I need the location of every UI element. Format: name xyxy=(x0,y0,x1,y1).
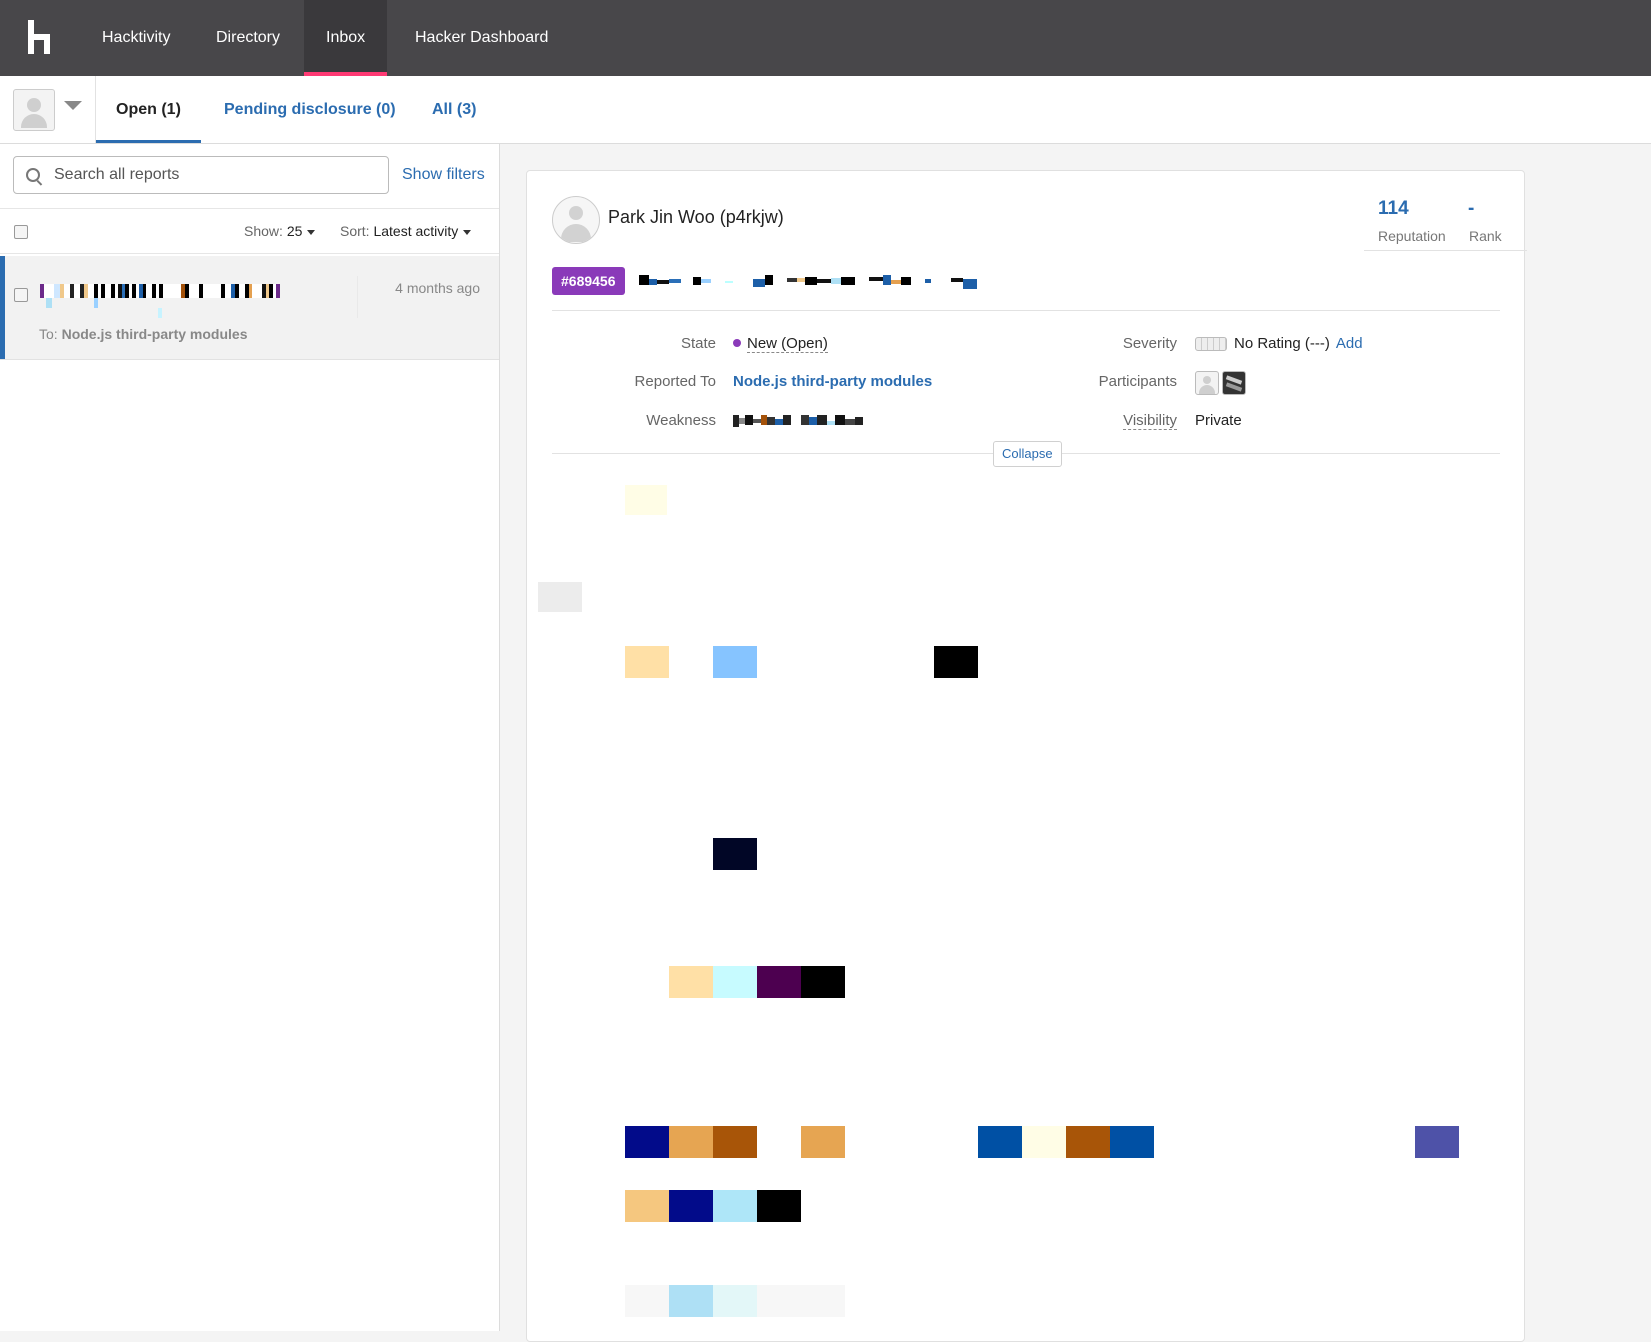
visibility-label: Visibility xyxy=(1047,412,1177,430)
redacted-block xyxy=(713,838,757,870)
redacted-block xyxy=(1415,1126,1459,1158)
redacted-block xyxy=(757,1285,845,1317)
reported-to-label: Reported To xyxy=(634,373,716,390)
redacted-report-title xyxy=(639,275,977,293)
sort-value: Latest activity xyxy=(373,223,459,239)
redacted-block xyxy=(669,1285,713,1317)
redacted-block xyxy=(713,1285,757,1317)
show-count-select[interactable]: Show: 25 xyxy=(244,223,316,239)
redacted-block xyxy=(934,646,978,678)
tab-pending-disclosure[interactable]: Pending disclosure (0) xyxy=(204,76,416,143)
selected-accent xyxy=(0,256,5,359)
report-checkbox[interactable] xyxy=(14,288,28,302)
top-nav-bar: Hacktivity Directory Inbox Hacker Dashbo… xyxy=(0,0,1651,76)
participant-avatar[interactable] xyxy=(1222,371,1246,395)
nav-inbox[interactable]: Inbox xyxy=(304,0,388,76)
nav-directory[interactable]: Directory xyxy=(194,0,302,76)
redacted-block xyxy=(669,966,713,998)
redacted-report-title xyxy=(40,284,280,302)
search-icon xyxy=(26,168,40,182)
redacted-weakness-value xyxy=(733,415,863,433)
reputation-label: Reputation xyxy=(1378,228,1446,244)
hackerone-logo-icon[interactable] xyxy=(26,18,56,58)
redacted-block xyxy=(801,966,845,998)
show-filters-link[interactable]: Show filters xyxy=(402,166,485,184)
report-to-program: Node.js third-party modules xyxy=(61,326,248,342)
redacted-block xyxy=(538,582,582,612)
weakness-label: Weakness xyxy=(646,412,716,429)
caret-down-icon xyxy=(307,229,316,235)
select-all-checkbox[interactable] xyxy=(14,225,28,239)
redacted-block xyxy=(713,1126,757,1158)
show-label: Show: xyxy=(244,223,283,239)
redacted-block xyxy=(801,1126,845,1158)
state-text: New (Open) xyxy=(747,335,828,353)
redacted-pixel xyxy=(46,298,52,308)
redacted-block xyxy=(669,1190,713,1222)
reporter-avatar[interactable] xyxy=(552,196,600,244)
participant-avatar[interactable] xyxy=(1195,371,1219,395)
redacted-block xyxy=(713,966,757,998)
state-label: State xyxy=(680,335,716,352)
redacted-block xyxy=(625,485,667,515)
redacted-block xyxy=(669,1126,713,1158)
report-list-pane: Show filters Show: 25 Sort: Latest activ… xyxy=(0,144,500,1331)
report-id-badge: #689456 xyxy=(552,267,625,295)
redacted-block xyxy=(757,966,801,998)
list-toolbar: Show: 25 Sort: Latest activity xyxy=(0,208,499,254)
redacted-block xyxy=(625,1126,669,1158)
severity-meter-icon xyxy=(1195,337,1227,352)
report-recipient: To: Node.js third-party modules xyxy=(39,326,248,342)
visibility-value: Private xyxy=(1195,412,1242,429)
redacted-block xyxy=(625,1285,669,1317)
sort-label: Sort: xyxy=(340,223,370,239)
divider xyxy=(357,276,358,318)
add-severity-link[interactable]: Add xyxy=(1336,335,1363,352)
redacted-block xyxy=(625,1190,669,1222)
redacted-block xyxy=(978,1126,1022,1158)
inbox-subbar: Open (1) Pending disclosure (0) All (3) xyxy=(0,76,1651,144)
redacted-block xyxy=(625,646,669,678)
tab-open[interactable]: Open (1) xyxy=(96,76,201,143)
caret-down-icon xyxy=(463,229,472,235)
chevron-down-icon[interactable] xyxy=(64,101,82,110)
divider xyxy=(552,310,1500,311)
redacted-block xyxy=(1110,1126,1154,1158)
search-box xyxy=(13,156,389,194)
redacted-block xyxy=(1022,1126,1066,1158)
state-value[interactable]: New (Open) xyxy=(733,335,828,353)
redacted-pixel xyxy=(158,308,162,318)
show-value: 25 xyxy=(286,223,303,239)
nav-hacktivity[interactable]: Hacktivity xyxy=(80,0,192,76)
redacted-pixel xyxy=(94,298,98,308)
participants-label: Participants xyxy=(1098,373,1177,390)
nav-hacker-dashboard[interactable]: Hacker Dashboard xyxy=(393,0,570,76)
severity-value: No Rating (---) Add xyxy=(1195,335,1363,352)
rank-label: Rank xyxy=(1469,228,1502,244)
user-avatar[interactable] xyxy=(13,89,55,131)
search-input[interactable] xyxy=(52,157,376,193)
reported-to-link[interactable]: Node.js third-party modules xyxy=(733,373,932,390)
status-dot-icon xyxy=(733,339,741,348)
divider xyxy=(1364,250,1527,251)
visibility-label-text: Visibility xyxy=(1123,412,1177,430)
rank-value: - xyxy=(1468,198,1475,219)
redacted-block xyxy=(713,1190,757,1222)
report-timestamp: 4 months ago xyxy=(395,280,480,296)
tab-all[interactable]: All (3) xyxy=(412,76,496,143)
severity-label: Severity xyxy=(1122,335,1177,352)
redacted-block xyxy=(713,646,757,678)
report-list-item[interactable]: 4 months ago To: Node.js third-party mod… xyxy=(0,256,499,360)
redacted-block xyxy=(1066,1126,1110,1158)
reputation-value: 114 xyxy=(1378,198,1409,219)
report-to-prefix: To: xyxy=(39,326,58,342)
collapse-button[interactable]: Collapse xyxy=(993,441,1062,467)
reporter-name[interactable]: Park Jin Woo (p4rkjw) xyxy=(608,207,784,228)
severity-text: No Rating (---) xyxy=(1234,335,1330,352)
sort-select[interactable]: Sort: Latest activity xyxy=(340,223,472,239)
redacted-block xyxy=(757,1190,801,1222)
report-detail-card: Park Jin Woo (p4rkjw) 114 Reputation - R… xyxy=(526,170,1527,1342)
